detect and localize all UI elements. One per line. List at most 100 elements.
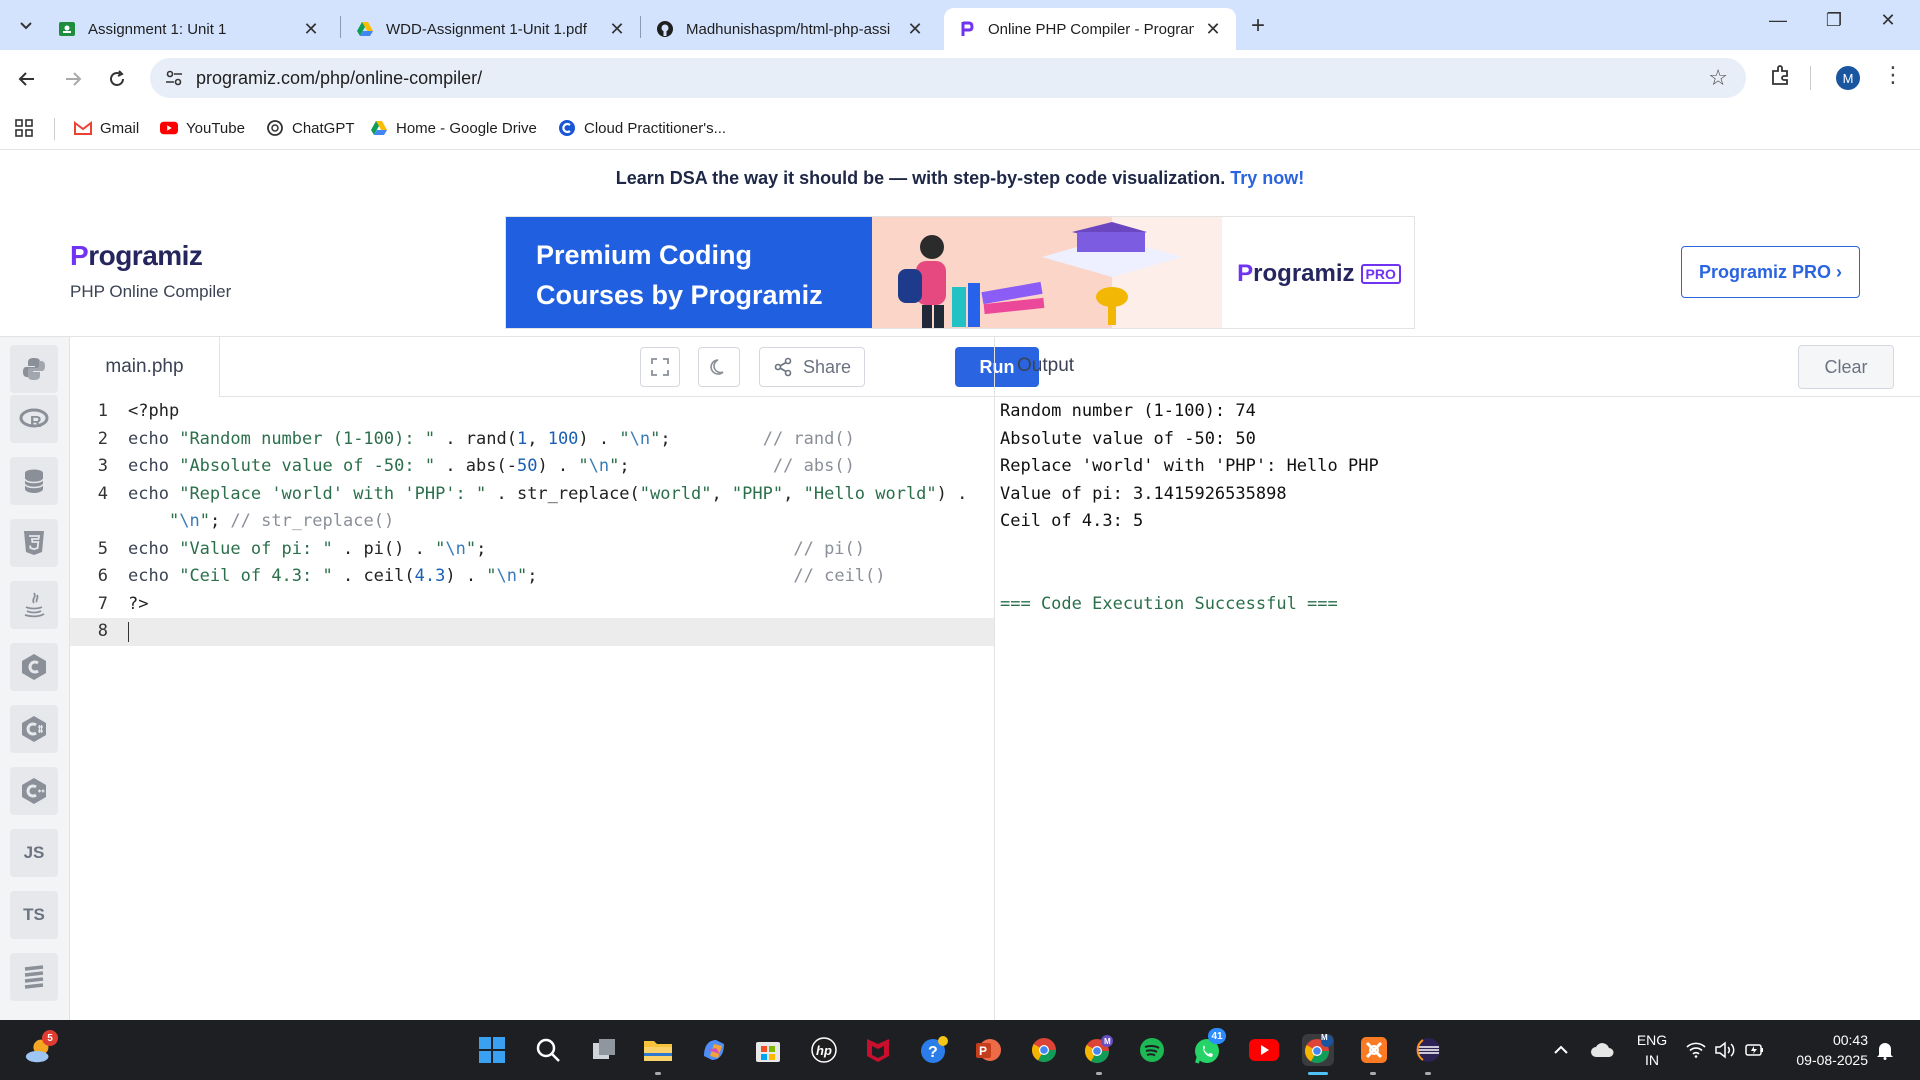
chatgpt-icon (266, 119, 284, 137)
file-explorer-icon[interactable] (642, 1034, 674, 1066)
chrome-profile-icon[interactable]: M (1082, 1034, 1114, 1066)
code-line[interactable]: "\n"; // str_replace() (70, 508, 994, 536)
python-icon[interactable] (10, 345, 58, 393)
apps-grid-icon[interactable] (14, 118, 34, 138)
dark-mode-button[interactable] (698, 347, 740, 387)
copilot-icon[interactable] (698, 1034, 730, 1066)
bookmark-gmail[interactable]: Gmail (74, 116, 139, 140)
clear-button[interactable]: Clear (1798, 345, 1894, 389)
chrome-active-icon[interactable]: M (1302, 1033, 1334, 1066)
code-line[interactable]: 3 echo "Absolute value of -50: " . abs(-5… (70, 453, 994, 481)
profile-avatar[interactable]: M (1836, 66, 1860, 90)
browser-toolbar: programiz.com/php/online-compiler/ ☆ M ⋮ (0, 50, 1920, 106)
reload-button[interactable] (102, 64, 132, 94)
close-icon[interactable]: ✕ (906, 19, 924, 40)
tab-pdf[interactable]: WDD-Assignment 1-Unit 1.pdf ✕ (342, 8, 640, 50)
more-languages-icon[interactable] (10, 953, 58, 1001)
banner-title-line1: Premium Coding (536, 240, 753, 270)
powerpoint-icon[interactable]: P (972, 1034, 1004, 1066)
code-line[interactable]: 5 echo "Value of pi: " . pi() . "\n"; // … (70, 536, 994, 564)
close-window-button[interactable]: ✕ (1868, 10, 1908, 31)
help-icon[interactable]: ? (918, 1034, 950, 1066)
new-tab-button[interactable]: + (1244, 12, 1272, 40)
promo-link[interactable]: Try now! (1230, 168, 1304, 188)
restore-button[interactable]: ❐ (1814, 10, 1854, 31)
wifi-icon[interactable] (1686, 1020, 1706, 1080)
ts-icon[interactable]: TS (10, 891, 58, 939)
site-brand[interactable]: Programiz PHP Online Compiler (70, 240, 231, 302)
programiz-pro-button[interactable]: Programiz PRO › (1681, 246, 1860, 298)
close-icon[interactable]: ✕ (302, 19, 320, 40)
input-language-indicator[interactable]: ENG IN (1636, 1030, 1668, 1070)
promo-text: Learn DSA the way it should be — with st… (615, 168, 1226, 188)
page-subtitle: PHP Online Compiler (70, 282, 232, 301)
youtube-app-icon[interactable] (1248, 1034, 1280, 1066)
code-line[interactable]: 4 echo "Replace 'world' with 'PHP': " . s… (70, 481, 994, 509)
close-icon[interactable]: ✕ (608, 19, 626, 40)
sql-icon[interactable] (10, 457, 58, 505)
js-icon[interactable]: JS (10, 829, 58, 877)
bookmark-google-drive[interactable]: Home - Google Drive (370, 116, 537, 140)
spotify-icon[interactable] (1136, 1034, 1168, 1066)
c-icon[interactable] (10, 643, 58, 691)
more-menu-icon[interactable]: ⋮ (1882, 62, 1904, 88)
bookmark-cloud-practitioner[interactable]: Cloud Practitioner's... (558, 116, 726, 140)
whatsapp-icon[interactable]: 41 (1192, 1028, 1226, 1066)
programiz-logo: Programiz (70, 240, 203, 271)
search-icon[interactable] (532, 1034, 564, 1066)
line-number: 5 (97, 538, 108, 559)
bookmark-star-icon[interactable]: ☆ (1708, 65, 1728, 91)
share-button[interactable]: Share (759, 347, 865, 387)
html-icon[interactable] (10, 519, 58, 567)
start-button[interactable] (476, 1034, 508, 1066)
volume-icon[interactable] (1714, 1020, 1736, 1080)
file-tab[interactable]: main.php (70, 337, 220, 397)
weather-icon[interactable]: 5 (24, 1030, 58, 1066)
notification-bell-icon[interactable] (1876, 1020, 1894, 1080)
code-line[interactable]: 2 echo "Random number (1-100): " . rand(1… (70, 426, 994, 454)
forward-button[interactable] (58, 64, 88, 94)
minimize-button[interactable]: — (1758, 10, 1798, 31)
code-line[interactable]: 1 <?php (70, 398, 994, 426)
tab-search-button[interactable] (10, 10, 42, 40)
close-icon[interactable]: ✕ (1204, 19, 1222, 40)
google-drive-icon (370, 119, 388, 137)
back-button[interactable] (12, 64, 42, 94)
system-clock[interactable]: 00:43 09-08-2025 (1788, 1030, 1868, 1070)
chrome-icon[interactable] (1028, 1034, 1060, 1066)
pane-divider[interactable] (994, 337, 995, 1021)
hp-icon[interactable]: hp (808, 1034, 840, 1066)
csharp-icon[interactable] (10, 705, 58, 753)
java-icon[interactable] (10, 581, 58, 629)
tab-assignment[interactable]: Assignment 1: Unit 1 ✕ (44, 8, 334, 50)
pro-badge: PRO (1360, 263, 1401, 284)
onedrive-icon[interactable] (1590, 1020, 1614, 1080)
mcafee-icon[interactable] (862, 1034, 894, 1066)
bookmark-youtube[interactable]: YouTube (160, 116, 245, 140)
tab-title: Assignment 1: Unit 1 (88, 20, 227, 38)
eclipse-icon[interactable] (1412, 1034, 1444, 1066)
bookmark-label: Home - Google Drive (396, 119, 537, 137)
r-icon[interactable]: R (10, 395, 58, 443)
output-line: Absolute value of -50: 50 (1000, 428, 1256, 449)
show-hidden-icons[interactable] (1552, 1020, 1570, 1080)
task-view-icon[interactable] (588, 1034, 620, 1066)
bookmark-chatgpt[interactable]: ChatGPT (266, 116, 355, 140)
address-bar[interactable]: programiz.com/php/online-compiler/ ☆ (150, 58, 1746, 98)
microsoft-store-icon[interactable] (752, 1034, 784, 1066)
xampp-icon[interactable] (1358, 1034, 1390, 1066)
extensions-icon[interactable] (1770, 64, 1792, 86)
code-line[interactable]: 8 (70, 618, 994, 646)
cpp-icon[interactable] (10, 767, 58, 815)
compiler-workspace: R JS TS main.php Share Run 1 <?php 2 ech… (0, 336, 1920, 1021)
battery-icon[interactable] (1744, 1020, 1766, 1080)
ad-banner[interactable]: Premium Coding Courses by Programiz Prog… (505, 216, 1415, 329)
code-line[interactable]: 7 ?> (70, 591, 994, 619)
tab-github[interactable]: Madhunishaspm/html-php-assi ✕ (642, 8, 938, 50)
share-label: Share (802, 356, 852, 377)
site-settings-icon[interactable] (164, 68, 184, 88)
tab-programiz[interactable]: Online PHP Compiler - Program ✕ (944, 8, 1236, 50)
fullscreen-button[interactable] (640, 347, 680, 387)
code-editor[interactable]: 1 <?php 2 echo "Random number (1-100): " . … (70, 398, 994, 1021)
code-line[interactable]: 6 echo "Ceil of 4.3: " . ceil(4.3) . "\n"… (70, 563, 994, 591)
